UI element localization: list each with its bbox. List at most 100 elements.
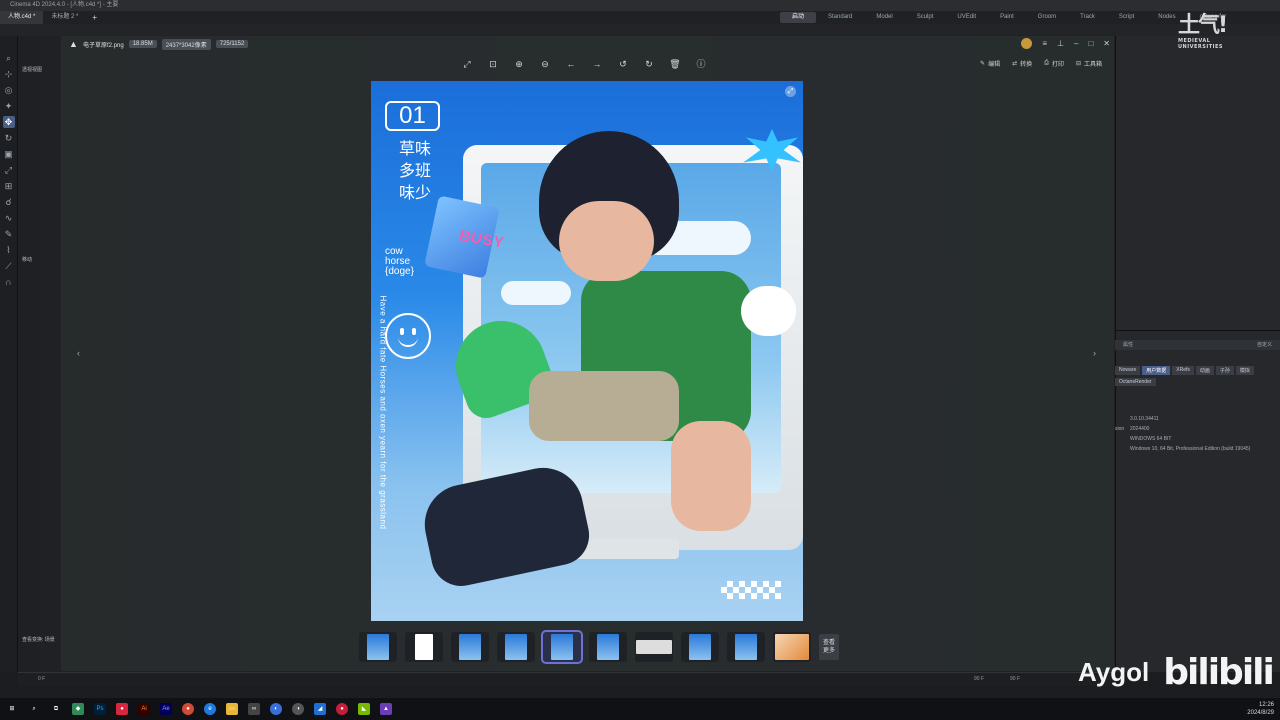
print-button[interactable]: ⎙ 打印 <box>1044 59 1064 68</box>
edit-label: 编辑 <box>988 62 1001 68</box>
next-icon[interactable]: → <box>591 58 603 70</box>
app-tab-untitled[interactable]: 未标题 2 * <box>43 11 86 24</box>
light-icon[interactable]: ✦ <box>3 100 15 112</box>
app-icon[interactable]: ∞ <box>248 703 260 715</box>
avatar[interactable] <box>1021 38 1033 49</box>
maximize-icon[interactable]: □ <box>1088 39 1093 48</box>
layout-tab-track[interactable]: Track <box>1068 12 1107 23</box>
search-icon[interactable]: ⌕ <box>3 52 15 64</box>
thumbnail-image <box>367 634 389 660</box>
system-info: 3.0.10.34411 sion 2024400 WINDOWS 64 BIT … <box>1115 414 1250 454</box>
thumbnail[interactable] <box>359 632 397 662</box>
scale-icon[interactable]: ▣ <box>3 148 15 160</box>
app-icon[interactable]: ◆ <box>72 703 84 715</box>
thumbnail[interactable] <box>727 632 765 662</box>
delete-icon[interactable]: 🗑 <box>669 58 681 70</box>
rotate-right-icon[interactable]: ↻ <box>643 58 655 70</box>
expand-icon[interactable]: ⤢ <box>785 86 796 97</box>
illustrator-icon[interactable]: Ai <box>138 703 150 715</box>
info-icon[interactable]: ⓘ <box>695 58 707 70</box>
layout-tab-groom[interactable]: Groom <box>1026 12 1068 23</box>
attr-tab-children[interactable]: 子孙 <box>1215 366 1234 375</box>
layout-tab-startup[interactable]: 启动 <box>780 12 817 23</box>
knife-icon[interactable]: ⟋ <box>3 260 15 272</box>
windows-start-icon[interactable]: ⊞ <box>6 703 18 715</box>
paint-icon[interactable]: ✎ <box>3 228 15 240</box>
viewport-label: 透视视图 <box>22 67 43 73</box>
fit-screen-icon[interactable]: ⤢ <box>461 58 473 70</box>
rotate-icon[interactable]: ↻ <box>3 132 15 144</box>
close-icon[interactable]: ✕ <box>1103 39 1110 48</box>
zoom-in-icon[interactable]: ⊕ <box>513 58 525 70</box>
smiley-mouth <box>398 335 418 347</box>
prev-image-arrow-icon[interactable]: ‹ <box>77 348 80 358</box>
pin-icon[interactable]: ⊥ <box>1057 39 1064 48</box>
thumbnail[interactable] <box>773 632 811 662</box>
thumbnail[interactable] <box>681 632 719 662</box>
smiley-icon <box>385 313 431 359</box>
attr-tab-noware[interactable]: Noware <box>1115 366 1141 375</box>
edge-icon[interactable]: e <box>204 703 216 715</box>
app-icon[interactable]: ◢ <box>314 703 326 715</box>
layout-tab-uvedit[interactable]: UVEdit <box>945 12 988 23</box>
timeline[interactable]: 0 F 90 F 90 F <box>18 672 1115 686</box>
next-image-arrow-icon[interactable]: › <box>1093 348 1096 358</box>
layout-tab-script[interactable]: Script <box>1107 12 1146 23</box>
convert-button[interactable]: ⇄ 转换 <box>1012 59 1032 68</box>
attr-tab-xrefs[interactable]: XRefs <box>1172 366 1194 375</box>
magnet-icon[interactable]: ∩ <box>3 276 15 288</box>
thumbnail[interactable] <box>405 632 443 662</box>
poster-image[interactable]: BUSY 01 草味 多班 味少 cow horse {doge} Have a… <box>371 81 803 621</box>
nvidia-icon[interactable]: ◣ <box>358 703 370 715</box>
attr-tab-simulation[interactable]: 模拟 <box>1235 366 1254 375</box>
recorder-icon[interactable]: ● <box>336 703 348 715</box>
zoom-out-icon[interactable]: ⊖ <box>539 58 551 70</box>
attr-tab-userdata[interactable]: 用户数据 <box>1142 366 1171 375</box>
app-icon[interactable]: ▲ <box>380 703 392 715</box>
app-tab-renwu[interactable]: 人物.c4d * <box>0 11 44 24</box>
timeline-end-field[interactable]: 90 F <box>1010 676 1020 682</box>
spline-icon[interactable]: ∿ <box>3 212 15 224</box>
c4d-icon[interactable]: ◐ <box>270 703 282 715</box>
layout-tab-standard[interactable]: Standard <box>816 12 864 23</box>
photoshop-icon[interactable]: Ps <box>94 703 106 715</box>
previous-icon[interactable]: ← <box>565 58 577 70</box>
rotate-left-icon[interactable]: ↺ <box>617 58 629 70</box>
thumbnail[interactable] <box>635 632 673 662</box>
sys-value: 2024400 <box>1130 426 1150 432</box>
attr-tab-animation[interactable]: 动画 <box>1195 366 1214 375</box>
move-icon[interactable]: ✥ <box>2 116 15 128</box>
toolbox-button[interactable]: ⊟ 工具箱 <box>1076 59 1102 68</box>
task-view-icon[interactable]: ⧉ <box>50 703 62 715</box>
layout-tab-model[interactable]: Model <box>864 12 904 23</box>
attributes-dropdown[interactable]: 自定义 <box>1257 340 1272 350</box>
thumbnail[interactable] <box>451 632 489 662</box>
actual-size-icon[interactable]: ⊡ <box>487 58 499 70</box>
aftereffects-icon[interactable]: Ae <box>160 703 172 715</box>
chrome-icon[interactable]: ● <box>182 703 194 715</box>
edit-button[interactable]: ✎ 编辑 <box>980 59 1000 68</box>
brush-icon[interactable]: ⌇ <box>3 244 15 256</box>
search-icon[interactable]: ⌕ <box>28 703 40 715</box>
snap-icon[interactable]: ⊞ <box>3 180 15 192</box>
app-icon[interactable]: ● <box>116 703 128 715</box>
minimize-icon[interactable]: – <box>1074 39 1078 48</box>
poster-chinese-title: 草味 多班 味少 <box>395 139 435 205</box>
layout-tab-sculpt[interactable]: Sculpt <box>905 12 946 23</box>
select-icon[interactable]: ◎ <box>3 84 15 96</box>
system-clock[interactable]: 12:26 2024/8/29 <box>1247 701 1274 717</box>
dimensions-badge: 2437*3042像素 <box>161 38 211 50</box>
add-tab-icon[interactable]: + <box>86 13 103 22</box>
thumbnail-active[interactable] <box>541 630 583 664</box>
menu-icon[interactable]: ≡ <box>1042 39 1047 48</box>
pointer-icon[interactable]: ⊹ <box>3 68 15 80</box>
layout-tab-paint[interactable]: Paint <box>988 12 1026 23</box>
axis-icon[interactable]: ⤢ <box>3 164 15 176</box>
folder-icon[interactable]: ▭ <box>226 703 238 715</box>
app-icon[interactable]: ◑ <box>292 703 304 715</box>
attr-tab-octane[interactable]: OctaneRender <box>1115 378 1156 386</box>
view-more-button[interactable]: 查看 更多 <box>819 634 839 660</box>
thumbnail[interactable] <box>589 632 627 662</box>
thumbnail[interactable] <box>497 632 535 662</box>
sculpt-icon[interactable]: ☌ <box>3 196 15 208</box>
